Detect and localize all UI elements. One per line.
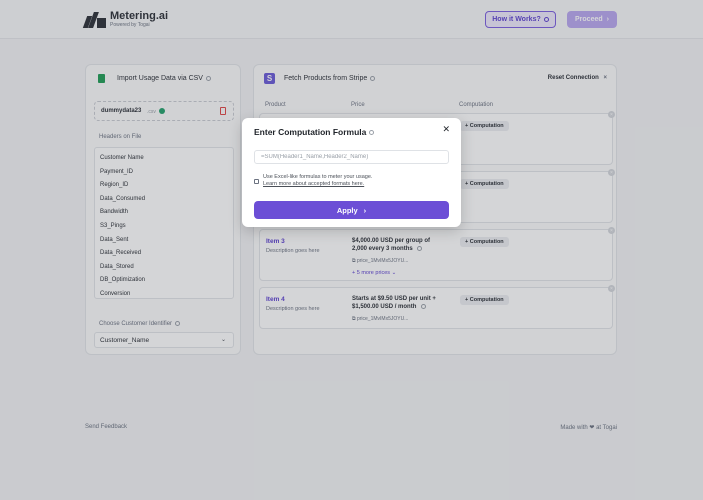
apply-label: Apply [336,205,358,215]
chevron-right-icon: › [363,205,367,215]
computation-formula-modal: Enter Computation Formula ✕ Use Excel-li… [242,118,461,227]
formula-hint: Use Excel-like formulas to meter your us… [263,174,373,180]
modal-title: Enter Computation Formula [254,127,375,137]
modal-title-text: Enter Computation Formula [254,127,367,137]
modal-backdrop[interactable] [0,0,703,500]
close-icon[interactable]: ✕ [442,124,450,135]
formula-docs-link[interactable]: Learn more about accepted formats here. [263,181,364,187]
apply-button[interactable]: Apply › [254,201,449,219]
lock-icon [254,179,259,184]
formula-input[interactable] [254,150,449,164]
info-icon[interactable] [369,130,375,136]
